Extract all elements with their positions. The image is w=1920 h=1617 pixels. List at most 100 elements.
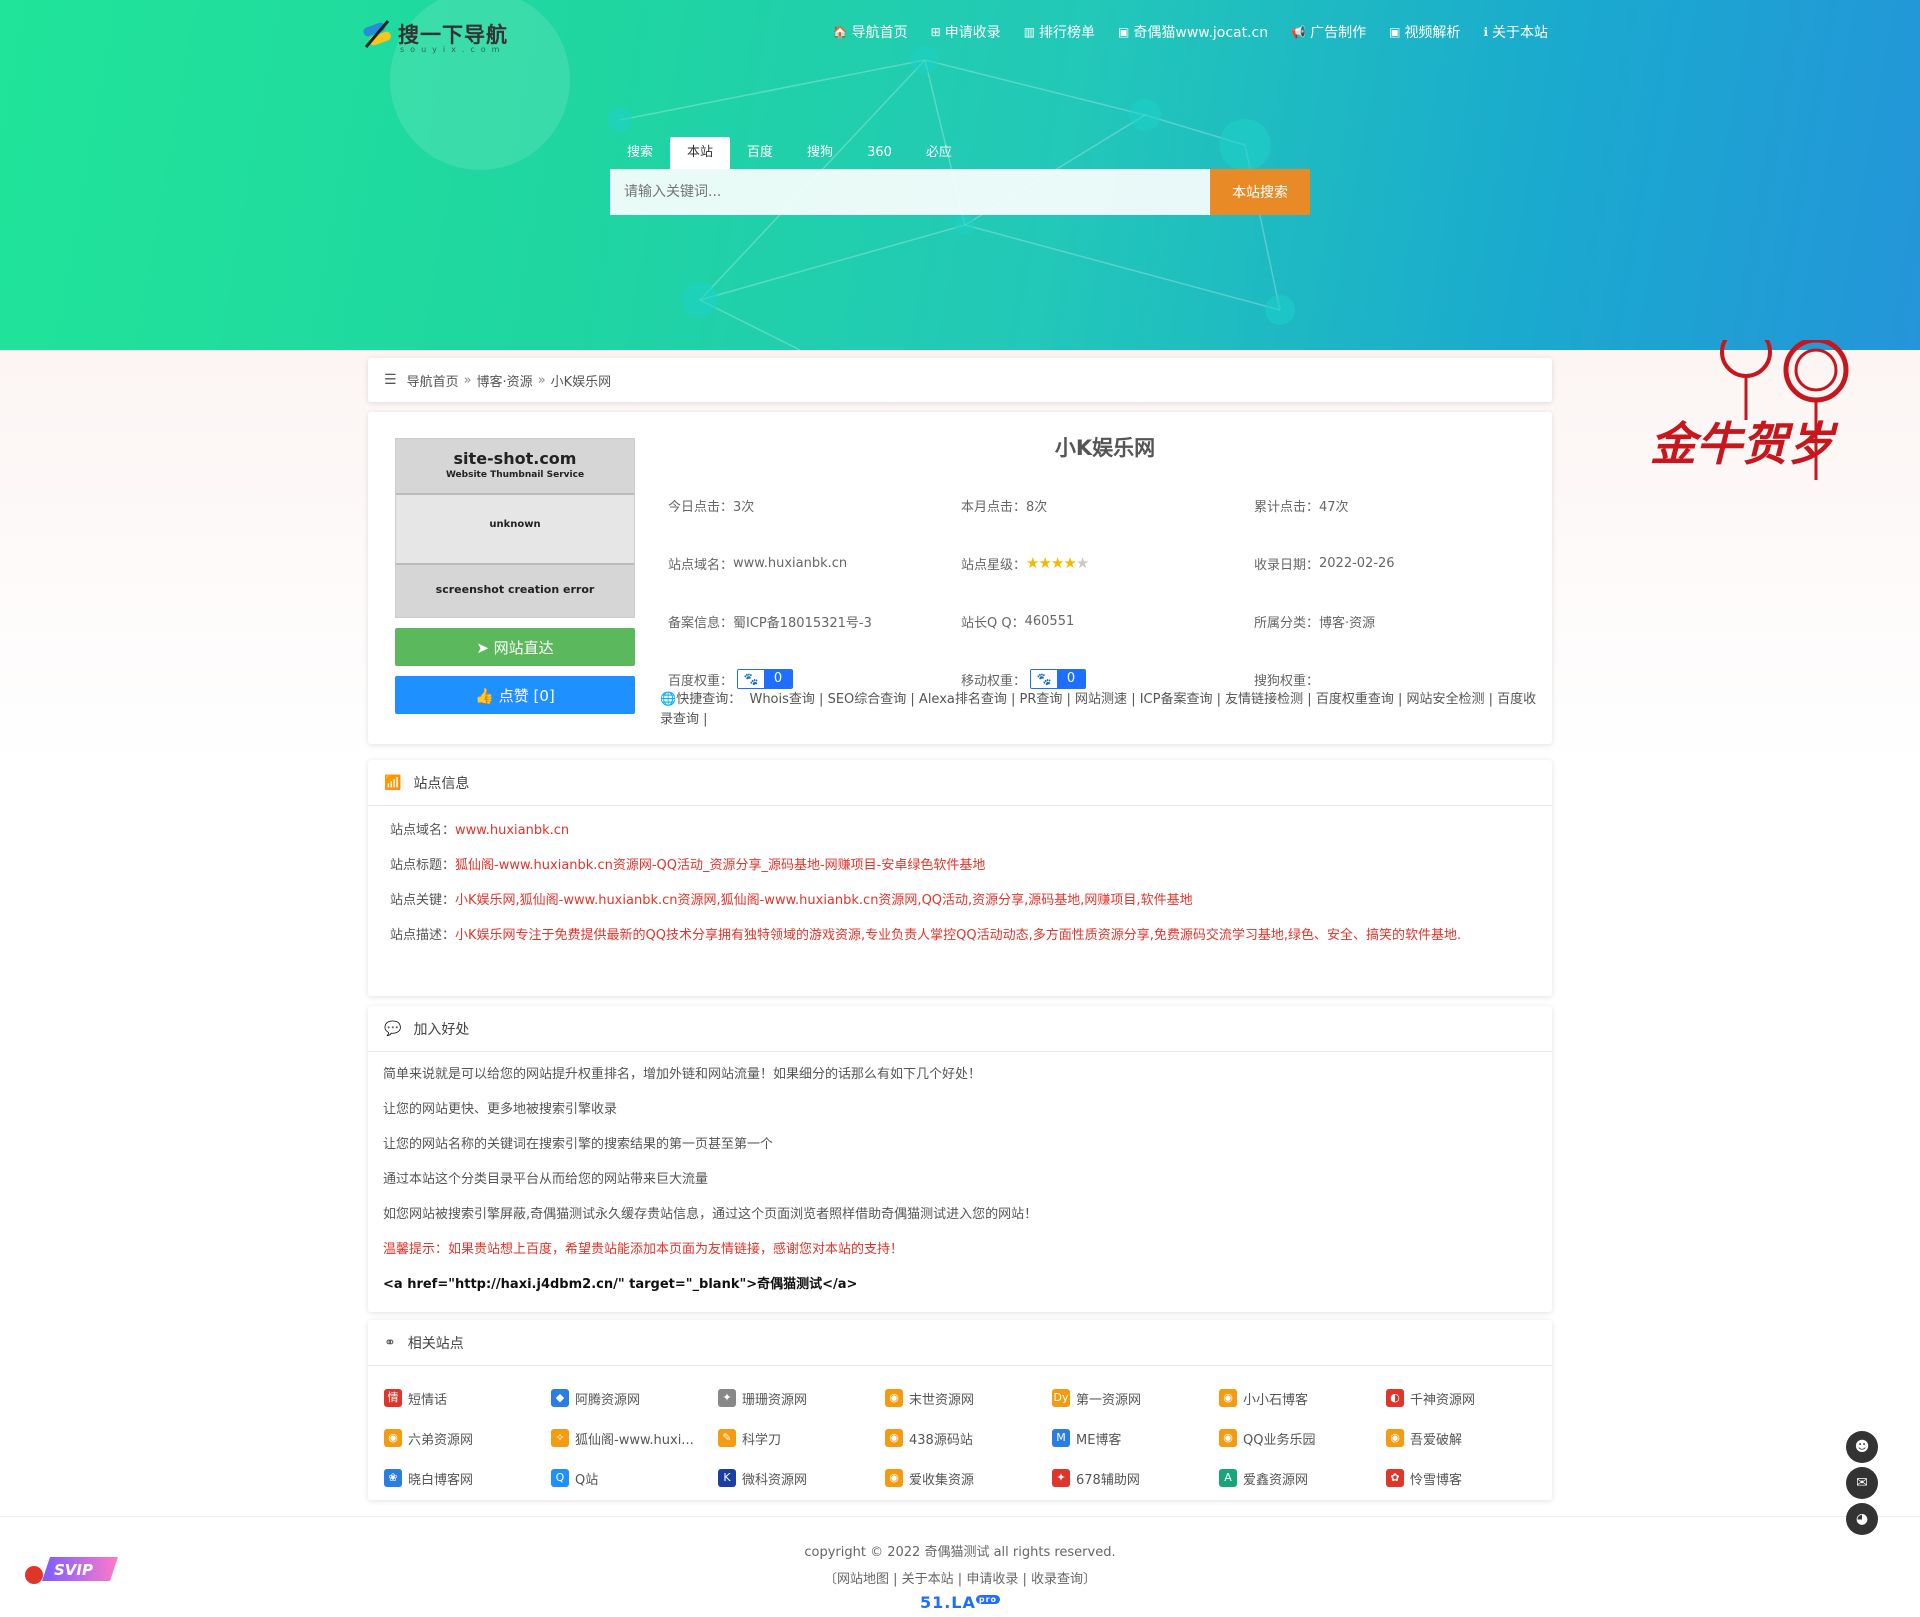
search-tab-bing[interactable]: 必应 [909, 137, 969, 169]
site-info-value: 狐仙阁-www.huxianbk.cn资源网-QQ活动_资源分享_源码基地-网赚… [455, 858, 986, 873]
quick-query-link[interactable]: 网站测速 [1075, 692, 1127, 707]
footer-link[interactable]: 网站地图 [837, 1572, 889, 1587]
related-site-link[interactable]: M ME博客 [1052, 1418, 1219, 1458]
related-site-link[interactable]: ◉ 末世资源网 [885, 1378, 1052, 1418]
footer-link[interactable]: 关于本站 [902, 1572, 954, 1587]
megaphone-icon: 📢 [1291, 25, 1307, 39]
footer-links: 〔网站地图 | 关于本站 | 申请收录 | 收录查询〕 [823, 1572, 1097, 1587]
month-clicks: 8次 [1026, 499, 1048, 515]
quick-query-link[interactable]: 友情链接检测 [1225, 692, 1303, 707]
visit-site-button[interactable]: ➤ 网站直达 [395, 628, 635, 666]
related-site-link[interactable]: ◉ 爱收集资源 [885, 1458, 1052, 1498]
footer-link[interactable]: 申请收录 [966, 1572, 1018, 1587]
related-site-link[interactable]: ✦ 678辅助网 [1052, 1458, 1219, 1498]
site-favicon-icon: ❀ [384, 1469, 402, 1487]
quick-query-link[interactable]: 百度权重查询 [1316, 692, 1394, 707]
benefit-line: 如您网站被搜索引擎屏蔽,奇偶猫测试永久缓存贵站信息，通过这个页面浏览者照样借助奇… [383, 1207, 1038, 1222]
link-code-snippet[interactable]: <a href="http://haxi.j4dbm2.cn/" target=… [383, 1276, 1552, 1294]
site-favicon-icon: Q [551, 1469, 569, 1487]
related-site-link[interactable]: 情短情话 [384, 1378, 551, 1418]
qq-icon[interactable]: ☻ [1846, 1431, 1878, 1463]
related-site-link[interactable]: ✦ 珊珊资源网 [718, 1378, 885, 1418]
search-tab-search[interactable]: 搜索 [610, 137, 670, 169]
star-icon: ★ [1026, 554, 1039, 572]
related-site-link[interactable]: Q Q站 [551, 1458, 718, 1498]
info-icon: ℹ [1483, 25, 1488, 39]
nav-about[interactable]: ℹ 关于本站 [1483, 22, 1548, 42]
related-site-link[interactable]: ✧ 狐仙阁-www.huxi... [551, 1418, 718, 1458]
breadcrumb-category[interactable]: 博客·资源 [477, 371, 533, 390]
site-favicon-icon: ◉ [885, 1429, 903, 1447]
related-site-link[interactable]: ◉ 小小石博客 [1219, 1378, 1386, 1418]
site-favicon-icon: ◉ [1219, 1389, 1237, 1407]
51la-badge[interactable]: 51.LA pro [0, 1593, 1920, 1612]
nav-jocat[interactable]: ▣ 奇偶猫www.jocat.cn [1118, 22, 1268, 42]
nav-home[interactable]: 🏠 导航首页 [833, 22, 908, 42]
mail-icon[interactable]: ✉ [1846, 1467, 1878, 1499]
logo-subtext: souyix.com [400, 45, 506, 54]
related-site-link[interactable]: Dy 第一资源网 [1052, 1378, 1219, 1418]
quick-query-link[interactable]: Whois查询 [749, 692, 814, 707]
site-stats: 今日点击： 3次 本月点击： 8次 累计点击： 47次 站点域名： www.huxian… [668, 476, 1548, 708]
footer-link[interactable]: 收录查询 [1031, 1572, 1083, 1587]
search-tab-sogou[interactable]: 搜狗 [790, 137, 850, 169]
total-clicks: 47次 [1319, 499, 1349, 515]
related-site-link[interactable]: ✿ 怜雪博客 [1386, 1458, 1553, 1498]
related-site-link[interactable]: ◉ 吾爱破解 [1386, 1418, 1553, 1458]
benefit-line: 简单来说就是可以给您的网站提升权重排名，增加外链和网站流量！如果细分的话那么有如… [383, 1067, 982, 1082]
nav-apply[interactable]: ⊞ 申请收录 [931, 22, 1001, 42]
nav-video[interactable]: ▣ 视频解析 [1389, 22, 1460, 42]
search-tab-site[interactable]: 本站 [670, 137, 731, 169]
svip-badge[interactable]: SVIP [20, 1553, 118, 1585]
section-title: 加入好处 [413, 1021, 470, 1038]
quick-query-link[interactable]: Alexa排名查询 [919, 692, 1007, 707]
sogou-weight: 搜狗权重： [1254, 673, 1320, 689]
site-info-value: 小K娱乐网专注于免费提供最新的QQ技术分享拥有独特领域的游戏资源,专业负责人掌控… [455, 928, 1462, 943]
related-site-link[interactable]: ◆ 阿腾资源网 [551, 1378, 718, 1418]
related-site-link[interactable]: ◉ 六弟资源网 [384, 1418, 551, 1458]
site-favicon-icon: ✎ [718, 1429, 736, 1447]
search-tab-360[interactable]: 360 [850, 137, 909, 169]
site-info-row: 站点描述：小K娱乐网专注于免费提供最新的QQ技术分享拥有独特领域的游戏资源,专业… [390, 928, 1462, 943]
related-site-link[interactable]: ◉ QQ业务乐园 [1219, 1418, 1386, 1458]
quick-query-link[interactable]: SEO综合查询 [828, 692, 907, 707]
site-favicon-icon: Dy [1052, 1389, 1070, 1407]
send-icon: ➤ [476, 638, 494, 657]
related-site-link[interactable]: K 微科资源网 [718, 1458, 885, 1498]
search-button[interactable]: 本站搜索 [1210, 169, 1310, 215]
breadcrumb-home[interactable]: 导航首页 [407, 371, 459, 390]
nav-ranking[interactable]: ▥ 排行榜单 [1024, 22, 1095, 42]
new-year-decoration: 金牛贺岁 [1650, 340, 1849, 480]
site-info-row: 站点域名：www.huxianbk.cn [390, 823, 570, 838]
site-thumbnail: site-shot.com Website Thumbnail Service … [395, 438, 635, 618]
quick-query-link[interactable]: ICP备案查询 [1140, 692, 1213, 707]
site-favicon-icon: ✦ [718, 1389, 736, 1407]
logo-icon [360, 17, 394, 51]
star-rating: ★★★★★ [1026, 554, 1089, 572]
menu-icon: ☰ [384, 372, 397, 388]
like-button[interactable]: 👍 点赞 [0] [395, 676, 635, 714]
related-site-link[interactable]: A 爱鑫资源网 [1219, 1458, 1386, 1498]
site-info-value[interactable]: www.huxianbk.cn [455, 823, 569, 838]
baidu-weight-badge: 🐾 0 [737, 669, 794, 689]
star-icon: ★ [1050, 554, 1064, 572]
site-logo[interactable]: 搜一下导航 souyix.com [360, 14, 508, 54]
today-clicks: 3次 [733, 499, 755, 515]
nav-ads[interactable]: 📢 广告制作 [1291, 22, 1366, 42]
search-tab-baidu[interactable]: 百度 [730, 137, 790, 169]
breadcrumb-separator: » [537, 372, 546, 388]
related-site-link[interactable]: ◉ 438源码站 [885, 1418, 1052, 1458]
site-favicon-icon: ✧ [551, 1429, 569, 1447]
quick-query-link[interactable]: PR查询 [1020, 692, 1063, 707]
square-icon: ▣ [1118, 25, 1130, 39]
search-input[interactable] [610, 169, 1210, 215]
footer: copyright © 2022 奇偶猫测试 all rights reserv… [0, 1516, 1920, 1616]
rss-icon: 📶 [384, 774, 402, 791]
related-site-link[interactable]: ❀ 晓白博客网 [384, 1458, 551, 1498]
wechat-icon[interactable]: ◕ [1846, 1503, 1878, 1535]
related-site-link[interactable]: ✎ 科学刀 [718, 1418, 885, 1458]
related-site-link[interactable]: ◐ 千神资源网 [1386, 1378, 1553, 1418]
quick-query-link[interactable]: 网站安全检测 [1406, 692, 1484, 707]
bar-chart-icon: ▥ [1023, 25, 1036, 39]
comment-icon: 💬 [384, 1020, 402, 1037]
